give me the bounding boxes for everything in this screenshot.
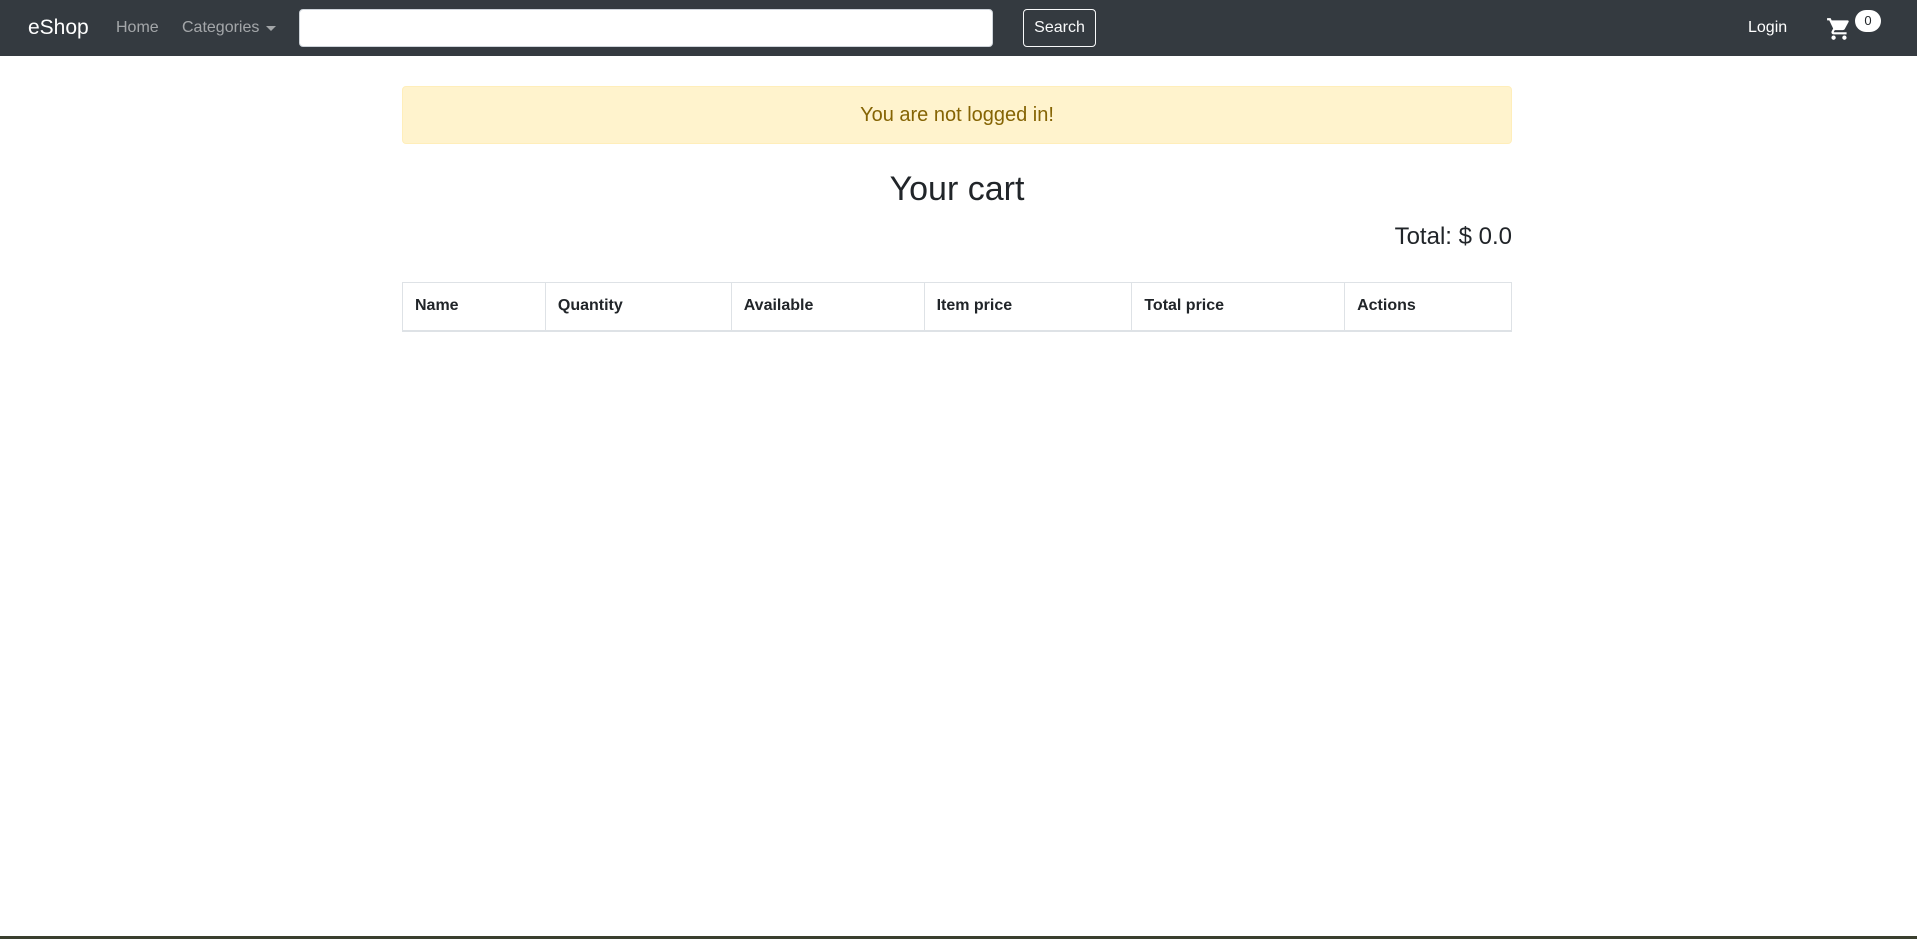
cart-table-header-row: Name Quantity Available Item price Total…	[402, 282, 1512, 332]
shopping-cart-icon	[1827, 18, 1849, 40]
search-button[interactable]: Search	[1023, 9, 1096, 47]
column-header-available: Available	[730, 282, 925, 332]
column-header-name: Name	[402, 282, 546, 332]
nav-home-link[interactable]: Home	[116, 18, 159, 38]
brand-logo[interactable]: eShop	[28, 15, 89, 41]
nav-categories-label: Categories	[182, 19, 260, 36]
page-title: Your cart	[889, 170, 1025, 208]
column-header-quantity: Quantity	[544, 282, 732, 332]
top-navbar: eShop Home Categories Search Login 0	[0, 0, 1917, 56]
login-link[interactable]: Login	[1748, 18, 1787, 38]
column-header-item-price: Item price	[923, 282, 1133, 332]
cart-count-badge: 0	[1855, 10, 1881, 32]
cart-link[interactable]: 0	[1826, 10, 1882, 44]
search-input[interactable]	[299, 9, 993, 47]
cart-table: Name Quantity Available Item price Total…	[402, 282, 1512, 332]
cart-total: Total: $ 0.0	[1394, 223, 1512, 250]
nav-categories-dropdown[interactable]: Categories	[182, 18, 276, 38]
caret-down-icon	[266, 26, 276, 31]
column-header-total-price: Total price	[1131, 282, 1346, 332]
not-logged-in-alert: You are not logged in!	[402, 86, 1512, 144]
column-header-actions: Actions	[1344, 282, 1512, 332]
